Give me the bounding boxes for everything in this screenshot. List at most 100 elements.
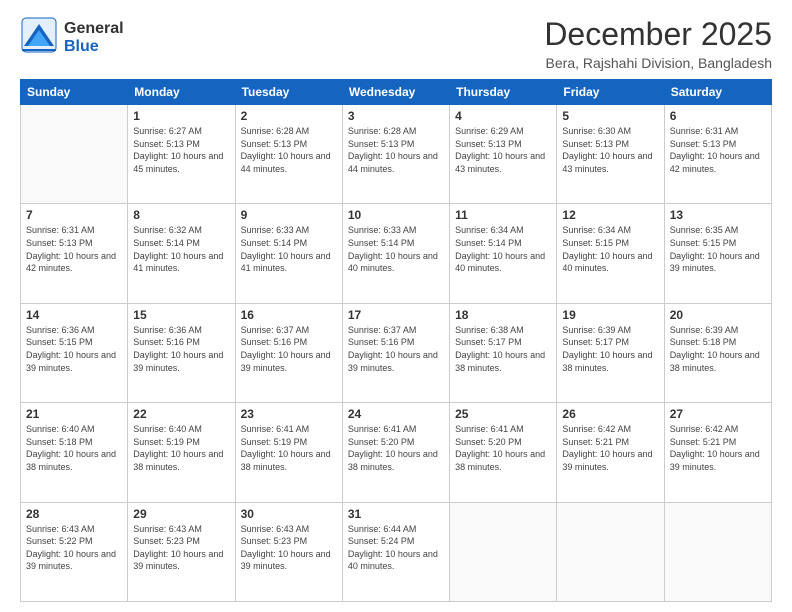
logo-words: General Blue (64, 20, 124, 56)
weekday-header-monday: Monday (128, 80, 235, 105)
day-number: 30 (241, 507, 337, 521)
day-cell: 10Sunrise: 6:33 AM Sunset: 5:14 PM Dayli… (342, 204, 449, 303)
day-number: 22 (133, 407, 229, 421)
day-number: 13 (670, 208, 766, 222)
day-cell: 21 Sunrise: 6:40 AM Sunset: 5:18 PM Dayli… (21, 403, 128, 502)
weekday-row: SundayMondayTuesdayWednesdayThursdayFrid… (21, 80, 772, 105)
day-cell: 4 Sunrise: 6:29 AM Sunset: 5:13 PM Daylig… (450, 105, 557, 204)
logo-general-text: General (64, 20, 124, 38)
day-cell: 13 Sunrise: 6:35 AM Sunset: 5:15 PM Dayli… (664, 204, 771, 303)
day-info: Sunrise: 6:40 AM Sunset: 5:18 PM Dayligh… (26, 423, 122, 473)
day-number: 12 (562, 208, 658, 222)
day-cell: 26Sunrise: 6:42 AM Sunset: 5:21 PM Dayli… (557, 403, 664, 502)
day-info: Sunrise: 6:43 AM Sunset: 5:22 PM Dayligh… (26, 523, 122, 573)
day-cell: 6Sunrise: 6:31 AM Sunset: 5:13 PM Daylig… (664, 105, 771, 204)
day-number: 6 (670, 109, 766, 123)
day-info: Sunrise: 6:29 AM Sunset: 5:13 PM Dayligh… (455, 125, 551, 175)
day-number: 4 (455, 109, 551, 123)
day-info: Sunrise: 6:41 AM Sunset: 5:20 PM Dayligh… (455, 423, 551, 473)
day-number: 20 (670, 308, 766, 322)
logo-icon (20, 16, 58, 59)
day-number: 11 (455, 208, 551, 222)
logo: General Blue (20, 16, 124, 59)
day-number: 17 (348, 308, 444, 322)
day-info: Sunrise: 6:31 AM Sunset: 5:13 PM Dayligh… (26, 224, 122, 274)
day-cell: 3Sunrise: 6:28 AM Sunset: 5:13 PM Daylig… (342, 105, 449, 204)
calendar-table: SundayMondayTuesdayWednesdayThursdayFrid… (20, 79, 772, 602)
weekday-header-sunday: Sunday (21, 80, 128, 105)
day-number: 5 (562, 109, 658, 123)
day-cell: 22 Sunrise: 6:40 AM Sunset: 5:19 PM Dayli… (128, 403, 235, 502)
day-number: 9 (241, 208, 337, 222)
day-info: Sunrise: 6:32 AM Sunset: 5:14 PM Dayligh… (133, 224, 229, 274)
day-cell: 23 Sunrise: 6:41 AM Sunset: 5:19 PM Dayli… (235, 403, 342, 502)
day-number: 27 (670, 407, 766, 421)
day-info: Sunrise: 6:39 AM Sunset: 5:18 PM Dayligh… (670, 324, 766, 374)
day-cell: 1 Sunrise: 6:27 AM Sunset: 5:13 PM Daylig… (128, 105, 235, 204)
day-info: Sunrise: 6:38 AM Sunset: 5:17 PM Dayligh… (455, 324, 551, 374)
weekday-header-friday: Friday (557, 80, 664, 105)
main-title: December 2025 (544, 16, 772, 53)
day-cell: 8Sunrise: 6:32 AM Sunset: 5:14 PM Daylig… (128, 204, 235, 303)
day-info: Sunrise: 6:43 AM Sunset: 5:23 PM Dayligh… (133, 523, 229, 573)
day-cell (450, 502, 557, 601)
day-cell: 25 Sunrise: 6:41 AM Sunset: 5:20 PM Dayli… (450, 403, 557, 502)
day-cell: 16 Sunrise: 6:37 AM Sunset: 5:16 PM Dayli… (235, 303, 342, 402)
calendar-header: SundayMondayTuesdayWednesdayThursdayFrid… (21, 80, 772, 105)
day-info: Sunrise: 6:36 AM Sunset: 5:16 PM Dayligh… (133, 324, 229, 374)
day-number: 2 (241, 109, 337, 123)
day-number: 1 (133, 109, 229, 123)
day-number: 29 (133, 507, 229, 521)
day-number: 25 (455, 407, 551, 421)
day-number: 16 (241, 308, 337, 322)
day-cell: 19 Sunrise: 6:39 AM Sunset: 5:17 PM Dayli… (557, 303, 664, 402)
day-info: Sunrise: 6:37 AM Sunset: 5:16 PM Dayligh… (241, 324, 337, 374)
day-cell: 14Sunrise: 6:36 AM Sunset: 5:15 PM Dayli… (21, 303, 128, 402)
day-cell: 30 Sunrise: 6:43 AM Sunset: 5:23 PM Dayli… (235, 502, 342, 601)
week-row-3: 21 Sunrise: 6:40 AM Sunset: 5:18 PM Dayli… (21, 403, 772, 502)
day-info: Sunrise: 6:40 AM Sunset: 5:19 PM Dayligh… (133, 423, 229, 473)
day-info: Sunrise: 6:41 AM Sunset: 5:19 PM Dayligh… (241, 423, 337, 473)
weekday-header-thursday: Thursday (450, 80, 557, 105)
day-info: Sunrise: 6:28 AM Sunset: 5:13 PM Dayligh… (241, 125, 337, 175)
logo-blue-text: Blue (64, 38, 124, 56)
day-number: 14 (26, 308, 122, 322)
day-cell: 18Sunrise: 6:38 AM Sunset: 5:17 PM Dayli… (450, 303, 557, 402)
day-cell: 28Sunrise: 6:43 AM Sunset: 5:22 PM Dayli… (21, 502, 128, 601)
day-cell (21, 105, 128, 204)
weekday-header-saturday: Saturday (664, 80, 771, 105)
day-info: Sunrise: 6:41 AM Sunset: 5:20 PM Dayligh… (348, 423, 444, 473)
day-info: Sunrise: 6:44 AM Sunset: 5:24 PM Dayligh… (348, 523, 444, 573)
weekday-header-tuesday: Tuesday (235, 80, 342, 105)
day-info: Sunrise: 6:37 AM Sunset: 5:16 PM Dayligh… (348, 324, 444, 374)
day-number: 26 (562, 407, 658, 421)
day-info: Sunrise: 6:27 AM Sunset: 5:13 PM Dayligh… (133, 125, 229, 175)
day-cell: 31 Sunrise: 6:44 AM Sunset: 5:24 PM Dayli… (342, 502, 449, 601)
day-cell: 27 Sunrise: 6:42 AM Sunset: 5:21 PM Dayli… (664, 403, 771, 502)
day-cell: 20 Sunrise: 6:39 AM Sunset: 5:18 PM Dayli… (664, 303, 771, 402)
day-info: Sunrise: 6:30 AM Sunset: 5:13 PM Dayligh… (562, 125, 658, 175)
day-cell: 15Sunrise: 6:36 AM Sunset: 5:16 PM Dayli… (128, 303, 235, 402)
day-number: 19 (562, 308, 658, 322)
day-info: Sunrise: 6:43 AM Sunset: 5:23 PM Dayligh… (241, 523, 337, 573)
subtitle: Bera, Rajshahi Division, Bangladesh (544, 55, 772, 71)
day-number: 3 (348, 109, 444, 123)
day-info: Sunrise: 6:33 AM Sunset: 5:14 PM Dayligh… (348, 224, 444, 274)
day-cell: 12Sunrise: 6:34 AM Sunset: 5:15 PM Dayli… (557, 204, 664, 303)
week-row-0: 1 Sunrise: 6:27 AM Sunset: 5:13 PM Daylig… (21, 105, 772, 204)
day-cell: 2 Sunrise: 6:28 AM Sunset: 5:13 PM Daylig… (235, 105, 342, 204)
day-number: 31 (348, 507, 444, 521)
day-info: Sunrise: 6:33 AM Sunset: 5:14 PM Dayligh… (241, 224, 337, 274)
title-section: December 2025 Bera, Rajshahi Division, B… (544, 16, 772, 71)
day-cell: 24Sunrise: 6:41 AM Sunset: 5:20 PM Dayli… (342, 403, 449, 502)
header: General Blue December 2025 Bera, Rajshah… (20, 16, 772, 71)
day-number: 7 (26, 208, 122, 222)
day-info: Sunrise: 6:42 AM Sunset: 5:21 PM Dayligh… (670, 423, 766, 473)
day-number: 21 (26, 407, 122, 421)
day-info: Sunrise: 6:35 AM Sunset: 5:15 PM Dayligh… (670, 224, 766, 274)
week-row-4: 28Sunrise: 6:43 AM Sunset: 5:22 PM Dayli… (21, 502, 772, 601)
day-number: 23 (241, 407, 337, 421)
day-cell: 17 Sunrise: 6:37 AM Sunset: 5:16 PM Dayli… (342, 303, 449, 402)
day-info: Sunrise: 6:39 AM Sunset: 5:17 PM Dayligh… (562, 324, 658, 374)
week-row-1: 7 Sunrise: 6:31 AM Sunset: 5:13 PM Daylig… (21, 204, 772, 303)
